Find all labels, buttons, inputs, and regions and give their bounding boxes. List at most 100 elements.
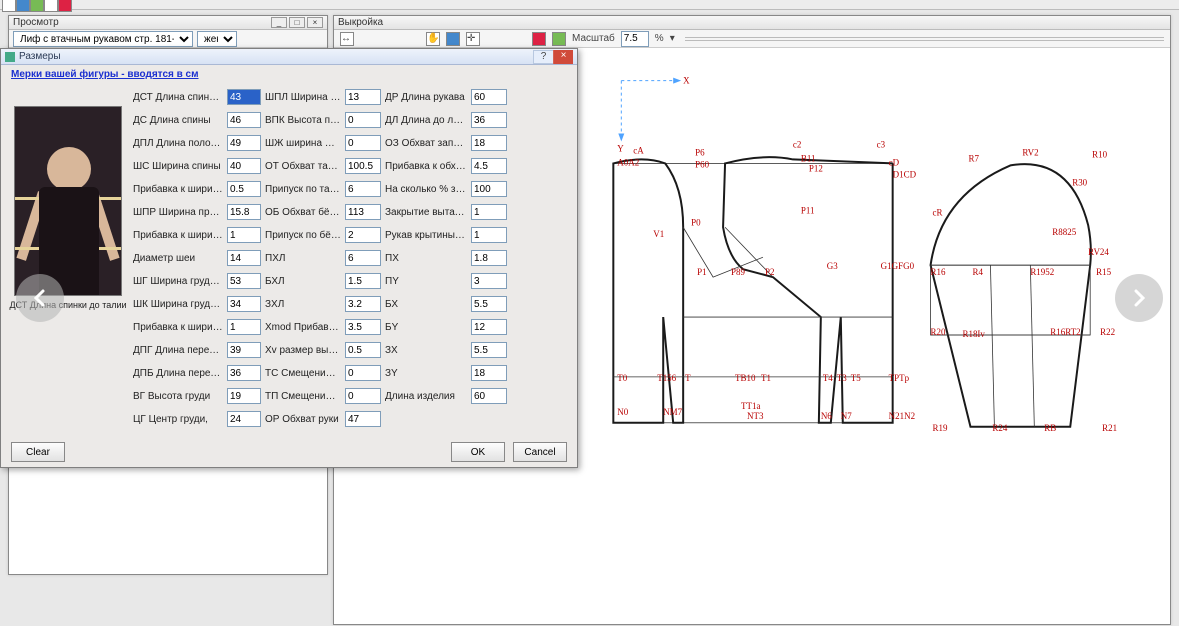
measure-input[interactable] [227, 112, 261, 128]
measure-label: ДПГ Длина переда с [133, 345, 223, 356]
measure-label: ОБ Обхват бёдер [265, 207, 341, 218]
measure-input[interactable] [345, 365, 381, 381]
pattern-tool-grid-icon[interactable] [446, 32, 460, 46]
measure-input[interactable] [471, 112, 507, 128]
measure-label: Xmod Прибавка к [265, 322, 341, 333]
scale-slider[interactable] [685, 37, 1164, 41]
measure-input[interactable] [345, 273, 381, 289]
measure-label: Xv размер вытачки на [265, 345, 341, 356]
pattern-title-text: Выкройка [338, 17, 383, 28]
measure-input[interactable] [345, 204, 381, 220]
measure-label: ОТ Обхват талии [265, 161, 341, 172]
ok-button[interactable]: OK [451, 442, 505, 462]
tool-open-icon[interactable] [16, 0, 30, 12]
measure-input[interactable] [471, 181, 507, 197]
measure-input[interactable] [471, 227, 507, 243]
pattern-label: P11 [801, 205, 815, 215]
measure-label: ВГ Высота груди [133, 391, 223, 402]
measure-input[interactable] [345, 342, 381, 358]
measure-input[interactable] [345, 411, 381, 427]
measurements-link[interactable]: Мерки вашей фигуры - вводятся в см [11, 69, 199, 80]
measure-input[interactable] [227, 135, 261, 151]
measure-label: ДС Длина спины [133, 115, 223, 126]
preview-title-bar: Просмотр _ □ × [9, 16, 327, 30]
preview-garment-select[interactable]: Лиф с втачным рукавом стр. 181-225 [13, 31, 193, 47]
measure-input[interactable] [471, 204, 507, 220]
measure-input[interactable] [345, 181, 381, 197]
measure-input[interactable] [471, 296, 507, 312]
pattern-label: T [685, 373, 691, 383]
measure-input[interactable] [227, 158, 261, 174]
measure-input[interactable] [471, 158, 507, 174]
measure-input[interactable] [345, 250, 381, 266]
next-slide-button[interactable] [1115, 274, 1163, 322]
measure-input[interactable] [227, 227, 261, 243]
measure-label: Припуск по бёдрам [265, 230, 341, 241]
preview-min-button[interactable]: _ [271, 17, 287, 28]
pattern-tool-arrows-icon[interactable]: ↔ [340, 32, 354, 46]
measure-input[interactable] [227, 319, 261, 335]
measure-input[interactable] [471, 365, 507, 381]
measure-input[interactable] [227, 273, 261, 289]
pattern-label: R7 [968, 153, 979, 163]
scale-dropdown-icon[interactable]: ▾ [670, 33, 675, 44]
measure-input[interactable] [227, 181, 261, 197]
tool-save-icon[interactable] [30, 0, 44, 12]
scale-input[interactable] [621, 31, 649, 47]
measure-input[interactable] [345, 296, 381, 312]
pattern-tool-a-icon[interactable] [532, 32, 546, 46]
measure-input[interactable] [345, 319, 381, 335]
clear-button[interactable]: Clear [11, 442, 65, 462]
measure-input[interactable] [345, 135, 381, 151]
measure-label: Прибавка к обхвату [385, 161, 467, 172]
pattern-label: TB10 [735, 373, 756, 383]
measure-input[interactable] [345, 158, 381, 174]
measure-input[interactable] [345, 388, 381, 404]
pattern-label: V1 [653, 229, 664, 239]
measure-input[interactable] [471, 388, 507, 404]
measure-input[interactable] [227, 342, 261, 358]
measure-input[interactable] [227, 250, 261, 266]
measure-input[interactable] [345, 89, 381, 105]
pattern-label: T156 [657, 373, 676, 383]
pattern-tool-pointer-icon[interactable]: ✛ [466, 32, 480, 46]
measure-label: На сколько % закрыть [385, 184, 467, 195]
pattern-label: R10 [1092, 149, 1107, 159]
measure-input[interactable] [471, 135, 507, 151]
pattern-label: P6 [695, 147, 705, 157]
measure-input[interactable] [227, 204, 261, 220]
measure-input[interactable] [471, 250, 507, 266]
pattern-label: NT3 [747, 411, 764, 421]
tool-print-icon[interactable] [44, 0, 58, 12]
pattern-label: B11 [801, 153, 816, 163]
measure-input[interactable] [471, 319, 507, 335]
preview-max-button[interactable]: □ [289, 17, 305, 28]
measure-input[interactable] [227, 296, 261, 312]
pattern-tool-b-icon[interactable] [552, 32, 566, 46]
dialog-help-button[interactable]: ? [533, 50, 553, 64]
measure-input[interactable] [471, 89, 507, 105]
pattern-label: T1 [761, 373, 771, 383]
measure-input[interactable] [345, 112, 381, 128]
preview-close-button[interactable]: × [307, 17, 323, 28]
prev-slide-button[interactable] [16, 274, 64, 322]
tool-cut-icon[interactable] [58, 0, 72, 12]
measure-input[interactable] [227, 365, 261, 381]
measure-label: ТП Смещение линии [265, 391, 341, 402]
bodice-pattern [613, 157, 892, 423]
measure-input[interactable] [227, 411, 261, 427]
pattern-label: R24 [992, 423, 1007, 433]
cancel-button[interactable]: Cancel [513, 442, 567, 462]
measure-input[interactable] [345, 227, 381, 243]
tool-new-icon[interactable] [2, 0, 16, 12]
measure-input[interactable] [471, 342, 507, 358]
pattern-label: G1GFG0 [881, 261, 915, 271]
dialog-close-button[interactable]: × [553, 50, 573, 64]
measure-input[interactable] [227, 89, 261, 105]
preview-gender-select[interactable]: жен [197, 31, 237, 47]
measure-input[interactable] [227, 388, 261, 404]
pattern-tool-hand-icon[interactable]: ✋ [426, 32, 440, 46]
measure-input[interactable] [471, 273, 507, 289]
measure-label: Прибавка к ширине [133, 322, 223, 333]
pattern-label: RV2 [1022, 147, 1038, 157]
